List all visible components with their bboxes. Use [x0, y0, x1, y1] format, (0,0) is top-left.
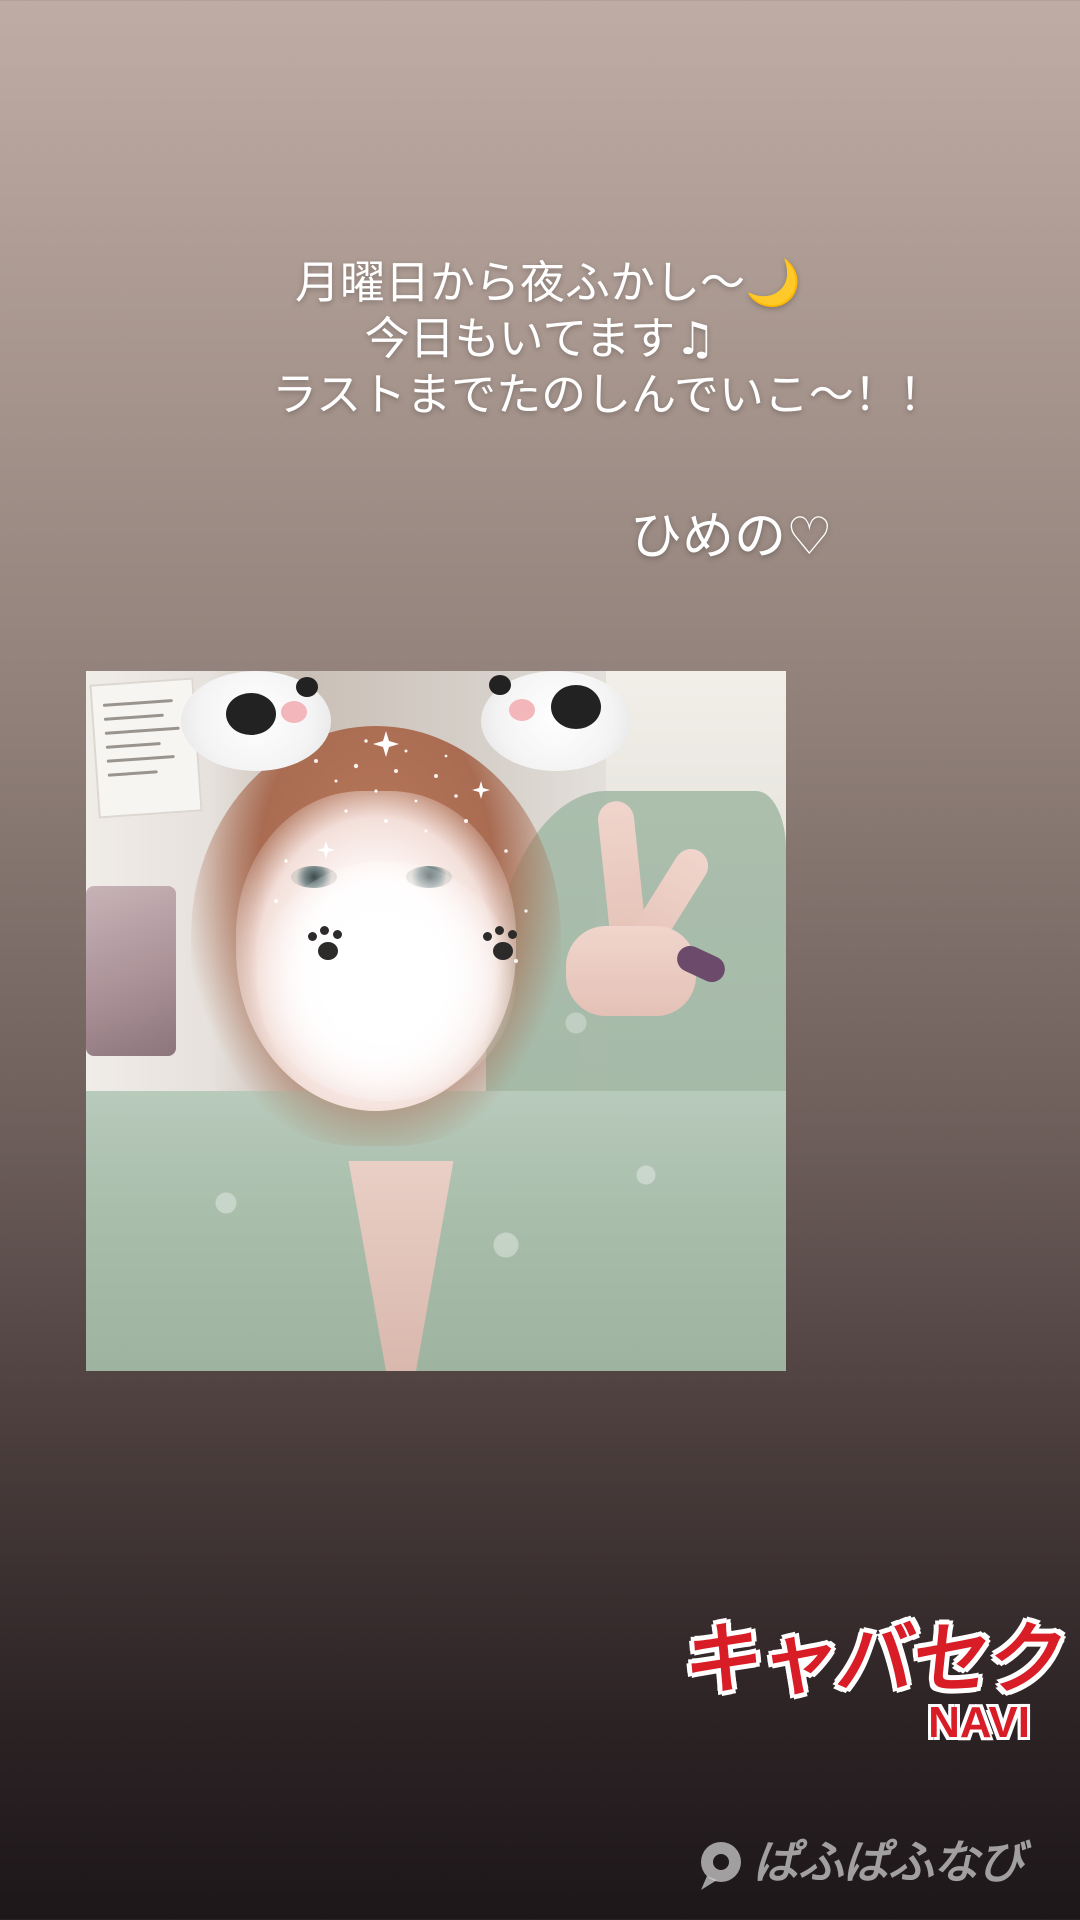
- caption-line-2: 今日もいてます♫: [364, 312, 716, 365]
- pafupafu-navi-watermark: ぱふぱふなび: [695, 1830, 1055, 1900]
- paw-print-icon: [306, 926, 348, 964]
- face-blur-glow: [256, 861, 516, 1101]
- selfie-photo: [86, 671, 786, 1371]
- paw-print-icon: [481, 926, 523, 964]
- logo-navi-text: NAVI: [928, 1698, 1030, 1747]
- secondary-watermark-text: ぱふぱふなび: [753, 1835, 1024, 1889]
- panda-ear-left-icon: [181, 671, 331, 771]
- story-caption: 月曜日から夜ふかし〜🌙 今日もいてます♫ ラストまでたのしんでいこ〜！！: [0, 255, 1080, 423]
- kyabaseku-navi-logo: キャバセク NAVI: [680, 1615, 1069, 1750]
- signature-text: ひめの♡: [630, 507, 833, 567]
- handbag: [86, 886, 176, 1056]
- logo-brand-text: キャバセク: [680, 1615, 1070, 1705]
- panda-ear-right-icon: [481, 671, 631, 771]
- caption-line-1: 月曜日から夜ふかし〜🌙: [294, 256, 802, 309]
- caption-line-3: ラストまでたのしんでいこ〜！！: [272, 368, 944, 421]
- peace-sign-hand: [526, 799, 730, 1031]
- speech-bubble-logo-icon: [701, 1842, 741, 1890]
